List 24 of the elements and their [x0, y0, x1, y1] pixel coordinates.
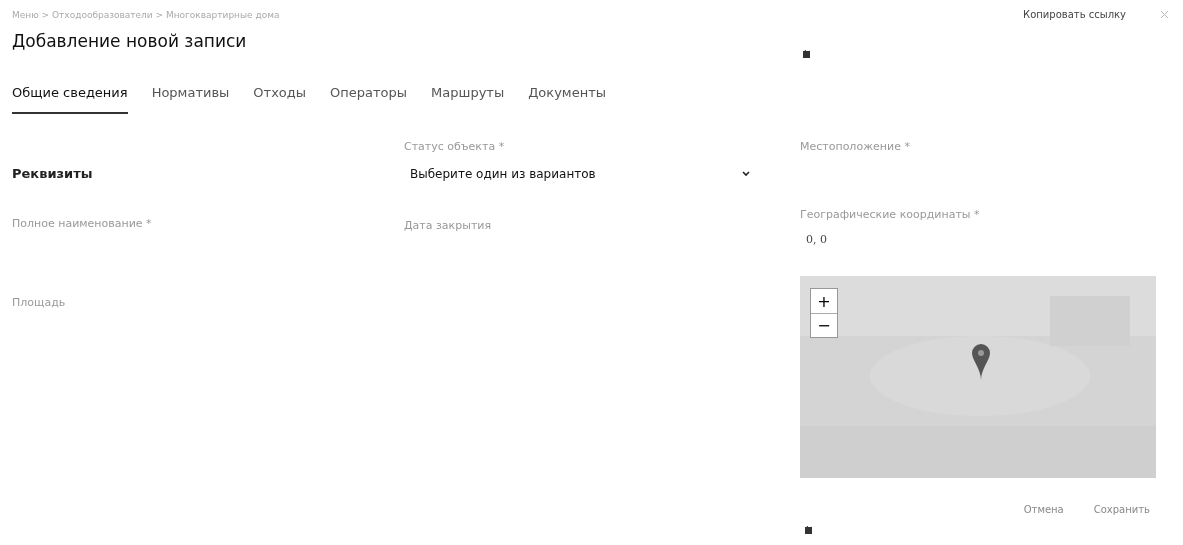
copy-link-button[interactable]: Копировать ссылку — [1017, 8, 1132, 21]
tab[interactable]: Отходы — [253, 85, 307, 114]
field-label: Площадь — [12, 296, 67, 309]
page-title: Добавление новой записи — [12, 31, 248, 51]
map-pin-icon[interactable] — [972, 344, 990, 380]
field-label: Географические координаты * — [800, 208, 981, 221]
tab[interactable]: Документы — [528, 85, 606, 114]
field-label: Дата закрытия — [404, 219, 493, 232]
tab[interactable]: Операторы — [330, 85, 408, 114]
tab[interactable]: Общие сведения — [12, 85, 128, 114]
breadcrumb: Меню > Отходообразователи > Многоквартирные дома — [12, 9, 280, 20]
tab[interactable]: Нормативы — [151, 85, 230, 114]
status-dropdown[interactable]: Выберите один из вариантов — [410, 167, 750, 181]
field-label: Статус объекта * — [404, 140, 506, 153]
tab[interactable]: Маршруты — [431, 85, 505, 114]
chevron-down-icon — [742, 171, 750, 177]
coordinates-value: 0, 0 — [806, 233, 828, 246]
field-label: Местоположение * — [800, 140, 911, 153]
section-title: Реквизиты — [12, 166, 94, 181]
broken-image-icon — [804, 525, 814, 535]
broken-image-icon — [802, 49, 812, 59]
save-button[interactable]: Сохранить — [1093, 504, 1150, 515]
field-label: Полное наименование * — [12, 217, 153, 230]
cancel-button[interactable]: Отмена — [1023, 504, 1064, 515]
